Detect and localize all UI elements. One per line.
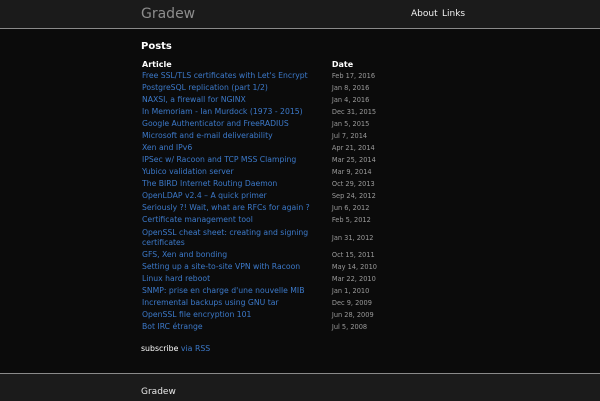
post-title-link[interactable]: Incremental backups using GNU tar: [141, 297, 332, 309]
posts-section: Posts Article Date Free SSL/TLS certific…: [141, 41, 461, 331]
table-row: Bot IRC étrange Jul 5, 2008: [141, 321, 461, 333]
table-row: GFS, Xen and bonding Oct 15, 2011: [141, 249, 461, 261]
post-date: Dec 31, 2015: [331, 108, 377, 116]
post-date: Feb 17, 2016: [331, 72, 376, 80]
footer-brand: Gradew: [141, 387, 176, 397]
post-date: Oct 29, 2013: [331, 180, 375, 188]
post-title-link[interactable]: Google Authenticator and FreeRADIUS: [141, 118, 332, 130]
table-row: Linux hard reboot Mar 22, 2010: [141, 273, 461, 285]
post-title-link[interactable]: Seriously ?! Wait, what are RFCs for aga…: [141, 202, 332, 214]
table-row: Xen and IPv6 Apr 21, 2014: [141, 142, 461, 154]
posts-table: Article Date Free SSL/TLS certificates w…: [141, 58, 461, 333]
article-column-header: Article: [142, 59, 172, 69]
table-row: Incremental backups using GNU tar Dec 9, …: [141, 297, 461, 309]
post-title-link[interactable]: Certificate management tool: [141, 214, 332, 226]
post-date: Jul 5, 2008: [331, 323, 368, 331]
post-title-link[interactable]: SNMP: prise en charge d'une nouvelle MIB: [141, 285, 332, 297]
post-title-link[interactable]: Microsoft and e-mail deliverability: [141, 130, 332, 142]
table-row: Certificate management tool Feb 5, 2012: [141, 214, 461, 226]
post-title-link[interactable]: NAXSI, a firewall for NGINX: [141, 94, 332, 106]
table-row: OpenSSL cheat sheet: creating and signin…: [141, 226, 461, 249]
table-row: Microsoft and e-mail deliverability Jul 7…: [141, 130, 461, 142]
post-title-link[interactable]: Xen and IPv6: [141, 142, 332, 154]
post-date: Mar 25, 2014: [331, 156, 376, 164]
post-title-link[interactable]: OpenSSL cheat sheet: creating and signin…: [141, 226, 332, 249]
post-date: Mar 9, 2014: [331, 168, 372, 176]
table-row: Free SSL/TLS certificates with Let's Enc…: [141, 70, 461, 82]
post-date: Jul 7, 2014: [331, 132, 368, 140]
post-date: Jan 1, 2010: [331, 287, 370, 295]
post-title-link[interactable]: GFS, Xen and bonding: [141, 249, 332, 261]
date-column-header: Date: [331, 59, 354, 69]
post-title-link[interactable]: Setting up a site-to-site VPN with Racoo…: [141, 261, 332, 273]
page-title: Posts: [141, 41, 172, 52]
table-row: SNMP: prise en charge d'une nouvelle MIB…: [141, 285, 461, 297]
table-row: PostgreSQL replication (part 1/2) Jan 8, …: [141, 82, 461, 94]
post-date: Jun 28, 2009: [331, 311, 374, 319]
table-header-row: Article Date: [141, 58, 461, 70]
subscribe-line: subscribe via RSS: [141, 344, 210, 353]
post-title-link[interactable]: OpenSSL file encryption 101: [141, 309, 332, 321]
footer: Gradew: [0, 373, 600, 401]
post-date: Jan 31, 2012: [331, 233, 374, 242]
post-title-link[interactable]: Yubico validation server: [141, 166, 332, 178]
post-date: Jan 8, 2016: [331, 84, 370, 92]
site-brand-link[interactable]: Gradew: [141, 6, 195, 22]
nav-about-link[interactable]: About: [411, 9, 438, 19]
post-date: Dec 9, 2009: [331, 299, 372, 307]
post-date: May 14, 2010: [331, 263, 377, 271]
table-row: Seriously ?! Wait, what are RFCs for aga…: [141, 202, 461, 214]
table-row: Yubico validation server Mar 9, 2014: [141, 166, 461, 178]
subscribe-label: subscribe: [141, 344, 179, 353]
table-row: In Memoriam - Ian Murdock (1973 - 2015) D…: [141, 106, 461, 118]
post-date: Jan 5, 2015: [331, 120, 370, 128]
post-date: Jan 4, 2016: [331, 96, 370, 104]
post-title-link[interactable]: OpenLDAP v2.4 – A quick primer: [141, 190, 332, 202]
post-date: Sep 24, 2012: [331, 192, 376, 200]
post-title-link[interactable]: Bot IRC étrange: [141, 321, 332, 333]
table-row: OpenSSL file encryption 101 Jun 28, 2009: [141, 309, 461, 321]
post-title-link[interactable]: IPSec w/ Racoon and TCP MSS Clamping: [141, 154, 332, 166]
table-row: NAXSI, a firewall for NGINX Jan 4, 2016: [141, 94, 461, 106]
post-date: Feb 5, 2012: [331, 216, 371, 224]
table-row: IPSec w/ Racoon and TCP MSS Clamping Mar …: [141, 154, 461, 166]
post-title-link[interactable]: Linux hard reboot: [141, 273, 332, 285]
rss-link[interactable]: via RSS: [181, 344, 210, 353]
table-row: The BIRD Internet Routing Daemon Oct 29, …: [141, 178, 461, 190]
post-title-link[interactable]: Free SSL/TLS certificates with Let's Enc…: [141, 70, 332, 82]
post-title-link[interactable]: PostgreSQL replication (part 1/2): [141, 82, 332, 94]
post-title-link[interactable]: The BIRD Internet Routing Daemon: [141, 178, 332, 190]
post-date: Jun 6, 2012: [331, 204, 370, 212]
posts-table-body: Free SSL/TLS certificates with Let's Enc…: [141, 70, 461, 333]
table-row: Setting up a site-to-site VPN with Racoo…: [141, 261, 461, 273]
top-navbar: Gradew About Links: [0, 0, 600, 29]
nav-links-link[interactable]: Links: [442, 9, 465, 19]
post-date: Apr 21, 2014: [331, 144, 375, 152]
post-date: Oct 15, 2011: [331, 251, 375, 259]
table-row: OpenLDAP v2.4 – A quick primer Sep 24, 20…: [141, 190, 461, 202]
post-title-link[interactable]: In Memoriam - Ian Murdock (1973 - 2015): [141, 106, 332, 118]
table-row: Google Authenticator and FreeRADIUS Jan 5…: [141, 118, 461, 130]
post-date: Mar 22, 2010: [331, 275, 376, 283]
